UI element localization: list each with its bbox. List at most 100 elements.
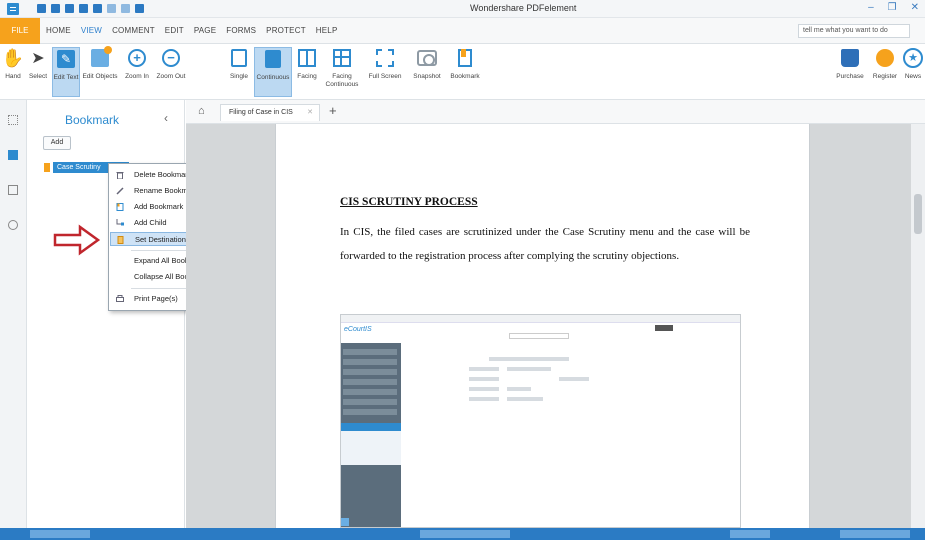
zoom-out-icon: −: [162, 49, 180, 67]
news-icon: ★: [903, 48, 923, 68]
status-bar: [0, 528, 925, 540]
pdf-page[interactable]: CIS SCRUTINY PROCESS In CIS, the filed c…: [275, 124, 810, 528]
save-icon[interactable]: [37, 4, 46, 13]
register-icon: [876, 49, 894, 67]
status-left-info: [30, 530, 90, 538]
full-screen-icon: [376, 49, 394, 67]
facing-page-icon: [298, 49, 316, 67]
tab-home[interactable]: HOME: [46, 26, 71, 35]
attachments-panel-icon[interactable]: [8, 220, 18, 230]
menu-item-label: Set Destination: [135, 235, 186, 244]
open-icon[interactable]: [51, 4, 60, 13]
quick-settings-icon[interactable]: [135, 4, 144, 13]
view-mode-controls[interactable]: [730, 530, 770, 538]
set-destination-icon: [117, 236, 124, 244]
zoom-controls[interactable]: [840, 530, 910, 538]
zoom-out-button[interactable]: − Zoom Out: [154, 47, 188, 81]
close-tab-icon[interactable]: ✕: [307, 105, 313, 121]
add-bookmark-icon: [116, 203, 124, 211]
new-tab-icon[interactable]: +: [329, 103, 337, 118]
title-bar: Wondershare PDFelement – ❐ ✕: [0, 0, 925, 18]
bookmarks-panel-icon[interactable]: [8, 150, 18, 160]
select-tool-button[interactable]: ➤ Select: [26, 47, 50, 81]
bookmark-icon: [458, 49, 472, 67]
tool-label: Edit Text: [53, 74, 79, 81]
undo-icon[interactable]: [107, 4, 116, 13]
embedded-logo: eCourtIS: [344, 326, 372, 333]
facing-continuous-button[interactable]: Facing Continuous: [324, 47, 360, 89]
print-icon: [116, 295, 124, 302]
embedded-button: [655, 325, 673, 331]
tool-label: Facing: [297, 73, 317, 80]
scrollbar-thumb[interactable]: [914, 194, 922, 234]
pencil-icon: [116, 187, 124, 195]
layout-icon[interactable]: [93, 4, 102, 13]
left-icon-strip: [0, 100, 27, 528]
pointer-arrow-icon: [53, 224, 101, 256]
tool-label: Snapshot: [413, 73, 441, 80]
zoom-in-icon: +: [128, 49, 146, 67]
add-bookmark-button[interactable]: Add: [43, 136, 71, 150]
thumbnails-icon[interactable]: [8, 115, 18, 125]
news-button[interactable]: ★ News: [902, 47, 924, 81]
tool-label: Hand: [5, 73, 21, 80]
collapse-panel-icon[interactable]: ‹: [164, 111, 168, 125]
edit-text-button[interactable]: ✎ Edit Text: [52, 47, 80, 97]
purchase-button[interactable]: Purchase: [834, 47, 866, 81]
tool-label: Purchase: [836, 73, 864, 80]
redo-icon[interactable]: [121, 4, 130, 13]
tell-me-search-input[interactable]: tell me what you want to do: [798, 24, 910, 38]
snapshot-button[interactable]: Snapshot: [410, 47, 444, 81]
page-heading: CIS SCRUTINY PROCESS: [340, 196, 478, 208]
continuous-page-button[interactable]: Continuous: [254, 47, 292, 97]
comments-panel-icon[interactable]: [8, 185, 18, 195]
single-page-icon: [231, 49, 247, 67]
embedded-sidebar-selected: [341, 423, 401, 431]
edit-objects-button[interactable]: Edit Objects: [82, 46, 118, 81]
tab-forms[interactable]: FORMS: [226, 26, 256, 35]
email-icon[interactable]: [79, 4, 88, 13]
tool-label: Select: [28, 73, 48, 80]
embedded-footer-icon: [341, 518, 349, 526]
bookmark-flag-icon: [44, 162, 50, 172]
facing-page-button[interactable]: Facing: [294, 47, 320, 81]
ribbon-toolbar: ✋ Hand ➤ Select ✎ Edit Text Edit Objects…: [0, 44, 925, 100]
add-child-icon: [116, 219, 124, 226]
embedded-screenshot: eCourtIS: [340, 314, 741, 528]
tab-edit[interactable]: EDIT: [165, 26, 184, 35]
register-button[interactable]: Register: [870, 47, 900, 81]
tab-page[interactable]: PAGE: [194, 26, 216, 35]
tool-label: Full Screen: [368, 73, 402, 80]
cart-icon: [841, 49, 859, 67]
menu-item-label: Add Bookmark: [134, 202, 184, 211]
menu-tab-list: HOME VIEW COMMENT EDIT PAGE FORMS PROTEC…: [46, 26, 337, 35]
home-icon[interactable]: ⌂: [198, 105, 205, 117]
tool-label: Register: [872, 73, 898, 80]
single-page-button[interactable]: Single: [226, 47, 252, 81]
vertical-scrollbar[interactable]: [911, 124, 925, 528]
tab-help[interactable]: HELP: [316, 26, 338, 35]
tool-label: Zoom In: [125, 73, 149, 80]
continuous-page-icon: [265, 50, 281, 68]
app-menu-icon[interactable]: [7, 3, 19, 15]
minimize-button[interactable]: –: [868, 2, 874, 13]
hand-tool-button[interactable]: ✋ Hand: [2, 47, 24, 81]
menu-item-label: Print Page(s): [134, 294, 178, 303]
tab-comment[interactable]: COMMENT: [112, 26, 155, 35]
tool-label: Facing Continuous: [325, 73, 359, 88]
tab-view[interactable]: VIEW: [81, 26, 102, 35]
full-screen-button[interactable]: Full Screen: [366, 47, 404, 81]
embedded-form: [469, 357, 639, 405]
tab-protect[interactable]: PROTECT: [266, 26, 306, 35]
trash-icon: [116, 172, 124, 179]
embedded-browser-bar: [341, 315, 740, 323]
document-tab-bar: ⌂ Filing of Case in CIS ✕ +: [186, 100, 925, 221]
zoom-in-button[interactable]: + Zoom In: [122, 47, 152, 81]
close-button[interactable]: ✕: [911, 2, 919, 13]
page-navigation[interactable]: [420, 530, 510, 538]
tab-file[interactable]: FILE: [0, 18, 40, 44]
document-tab[interactable]: Filing of Case in CIS ✕: [220, 104, 320, 121]
maximize-button[interactable]: ❐: [888, 2, 897, 13]
print-quick-icon[interactable]: [65, 4, 74, 13]
bookmark-button[interactable]: Bookmark: [446, 47, 484, 81]
